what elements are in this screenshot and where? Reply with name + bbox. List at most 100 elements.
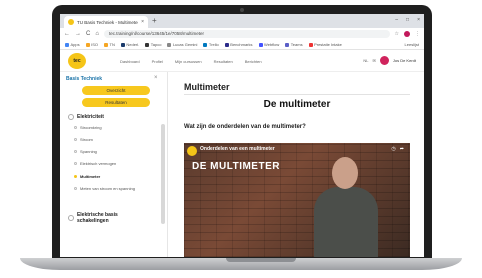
item-label: Spanning — [80, 149, 97, 154]
bookmark-item[interactable]: Prestatie Intake — [308, 42, 342, 47]
bookmark-icon — [308, 42, 313, 47]
minimize-button[interactable]: – — [395, 17, 398, 23]
nav-link-cursussen[interactable]: Mijn cursussen — [175, 59, 202, 64]
new-tab-button[interactable]: + — [152, 16, 157, 26]
bookmark-item[interactable]: TN — [104, 42, 115, 47]
results-button[interactable]: Resultaten — [82, 98, 150, 107]
sidebar-item-stroom[interactable]: Stroom — [74, 137, 93, 142]
bookmark-icon — [285, 42, 290, 47]
item-dot-icon — [74, 138, 77, 141]
maximize-button[interactable]: □ — [406, 17, 409, 23]
browser-tab[interactable]: TU Basis Techniek - Multimeter × — [64, 16, 148, 28]
bookmark-icon — [224, 42, 229, 47]
bookmark-label: Prestatie Intake — [314, 42, 342, 47]
top-nav: Dashboard Profiel Mijn cursussen Resulta… — [120, 59, 262, 64]
bookmark-item[interactable]: Apps — [65, 42, 80, 47]
section-circle-icon — [68, 215, 74, 221]
nav-link-resultaten[interactable]: Resultaten — [214, 59, 233, 64]
watch-later-icon[interactable]: ◷ — [391, 146, 395, 152]
presenter-figure — [314, 153, 378, 257]
bookmark-item[interactable]: Tapco — [145, 42, 161, 47]
url-input[interactable]: tec.training/nl/course/13645/1e/7058/mul… — [103, 30, 390, 38]
home-button[interactable]: ⌂ — [95, 31, 99, 37]
bookmark-item-reading-list[interactable]: Leeslijst — [405, 42, 419, 47]
item-label: Elektrisch vermogen — [80, 161, 117, 166]
section-label: Elektriciteit — [77, 114, 104, 120]
bookmark-label: TN — [109, 42, 115, 47]
reload-button[interactable]: C — [86, 31, 90, 37]
tab-title: TU Basis Techniek - Multimeter — [77, 19, 139, 25]
page-title: Multimeter — [184, 82, 230, 92]
tab-close-icon[interactable]: × — [141, 19, 144, 25]
video-overlay-title: DE MULTIMETER — [192, 161, 280, 172]
header-user-area: NL ✉ Jos De Kerdt — [363, 56, 416, 65]
bookmark-item[interactable]: Teams — [285, 42, 303, 47]
sidebar-scrollbar[interactable] — [161, 124, 165, 224]
profile-avatar-icon[interactable] — [404, 31, 410, 37]
bookmark-icon — [145, 42, 150, 47]
close-window-button[interactable]: × — [417, 17, 420, 23]
sidebar-section-elektriciteit[interactable]: Elektriciteit — [68, 114, 104, 120]
presenter-head — [332, 157, 358, 189]
sidebar-course-title[interactable]: Basis Techniek — [66, 76, 102, 82]
nav-link-profiel[interactable]: Profiel — [152, 59, 163, 64]
bookmark-label: Benchmarks — [230, 42, 253, 47]
user-avatar[interactable] — [379, 56, 389, 65]
lesson-heading: De multimeter — [263, 99, 331, 110]
laptop-lid: TU Basis Techniek - Multimeter × + – □ ×… — [52, 5, 432, 260]
browser-tabbar: TU Basis Techniek - Multimeter × + – □ × — [60, 14, 424, 28]
bookmark-item[interactable]: Trello — [203, 42, 219, 47]
item-label: Stroomkring — [80, 125, 102, 130]
bookmark-item[interactable]: Webflow — [258, 42, 280, 47]
bookmark-item[interactable]: Nederl. — [120, 42, 139, 47]
address-bar-row: ← → C ⌂ tec.training/nl/course/13645/1e/… — [60, 28, 424, 40]
laptop-base — [20, 258, 462, 270]
video-player[interactable]: Onderdelen van een multimeter ◷ ➦ DE MUL… — [184, 143, 410, 257]
share-icon[interactable]: ➦ — [400, 146, 404, 152]
item-dot-icon — [74, 162, 77, 165]
video-title[interactable]: Onderdelen van een multimeter — [200, 146, 275, 152]
sidebar-item-vermogen[interactable]: Elektrisch vermogen — [74, 161, 116, 166]
bookmark-item[interactable]: ISO — [85, 42, 98, 47]
nav-link-dashboard[interactable]: Dashboard — [120, 59, 140, 64]
forward-button[interactable]: → — [75, 31, 81, 37]
star-icon[interactable]: ☆ — [395, 31, 399, 37]
sidebar-item-meten[interactable]: Meten van stroom en spanning — [74, 186, 154, 191]
language-selector[interactable]: NL — [363, 58, 368, 63]
section-label: Elektrische basis schakelingen — [76, 212, 118, 224]
user-name[interactable]: Jos De Kerdt — [393, 58, 416, 63]
site-logo[interactable]: tec — [68, 53, 86, 69]
main-content: Multimeter De multimeter Wat zijn de ond… — [168, 72, 424, 257]
bookmark-icon — [120, 42, 125, 47]
bookmark-item[interactable]: Benchmarks — [224, 42, 253, 47]
sidebar-item-multimeter[interactable]: Multimeter — [74, 174, 100, 179]
bookmark-label: Lucas Gemini — [172, 42, 198, 47]
item-dot-icon — [74, 150, 77, 153]
bookmark-label: Teams — [290, 42, 303, 47]
site-header: tec Dashboard Profiel Mijn cursussen Res… — [60, 50, 424, 72]
bookmarks-bar: Apps ISO TN Nederl. Tapco Lucas Gemini T… — [60, 40, 424, 50]
sidebar-close-icon[interactable]: × — [154, 75, 158, 81]
bookmark-icon — [104, 42, 109, 47]
notification-icon[interactable]: ✉ — [373, 58, 376, 63]
laptop-frame: TU Basis Techniek - Multimeter × + – □ ×… — [0, 0, 482, 278]
menu-kebab-icon[interactable]: ⋮ — [415, 31, 420, 37]
bookmark-label: Leeslijst — [404, 42, 419, 47]
nav-link-berichten[interactable]: Berichten — [245, 59, 262, 64]
window-controls: – □ × — [395, 17, 420, 23]
section-circle-icon — [68, 114, 74, 120]
video-top-icons: ◷ ➦ — [391, 146, 404, 152]
back-button[interactable]: ← — [64, 31, 70, 37]
laptop-screen: TU Basis Techniek - Multimeter × + – □ ×… — [60, 14, 424, 257]
item-dot-icon — [74, 175, 77, 178]
channel-logo-icon[interactable] — [187, 146, 197, 156]
laptop-notch — [226, 258, 296, 262]
item-label: Multimeter — [80, 174, 101, 179]
bookmark-item[interactable]: Lucas Gemini — [167, 42, 197, 47]
sidebar-item-spanning[interactable]: Spanning — [74, 149, 97, 154]
sidebar-section-schakelingen[interactable]: Elektrische basis schakelingen — [68, 212, 150, 224]
bookmark-label: Webflow — [264, 42, 280, 47]
overview-button[interactable]: Overzicht — [82, 86, 150, 95]
sidebar-item-stroomkring[interactable]: Stroomkring — [74, 125, 102, 130]
lesson-question: Wat zijn de onderdelen van de multimeter… — [184, 124, 306, 130]
